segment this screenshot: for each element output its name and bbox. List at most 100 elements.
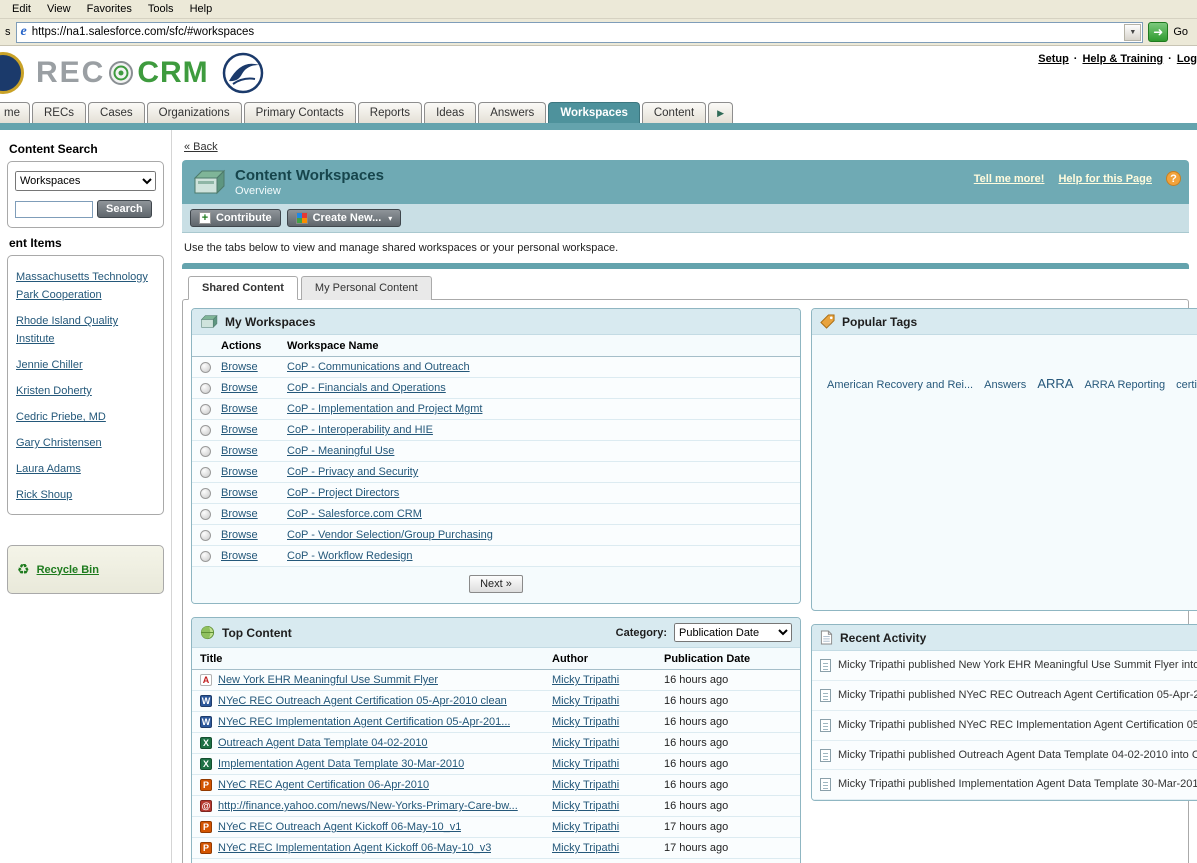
subscribe-icon[interactable] (200, 551, 211, 562)
menu-view[interactable]: View (39, 1, 79, 17)
content-title-link[interactable]: NYeC REC Agent Certification 06-Apr-2010 (218, 779, 429, 791)
next-button[interactable]: Next » (469, 575, 523, 593)
workspace-link-cop-workflow-redesign[interactable]: CoP - Workflow Redesign (287, 550, 413, 562)
url-box[interactable]: e ▼ (16, 22, 1144, 43)
subscribe-icon[interactable] (200, 488, 211, 499)
recent-item-link-rhode-island-quality-institute[interactable]: Rhode Island Quality Institute (16, 315, 118, 345)
browse-link[interactable]: Browse (221, 550, 287, 562)
subscribe-icon[interactable] (200, 509, 211, 520)
tab-ideas[interactable]: Ideas (424, 102, 476, 123)
content-title-link[interactable]: NYeC REC Outreach Agent Certification 05… (218, 695, 507, 707)
browse-link[interactable]: Browse (221, 424, 287, 436)
browse-link[interactable]: Browse (221, 403, 287, 415)
author-link[interactable]: Micky Tripathi (552, 779, 664, 791)
menu-help[interactable]: Help (182, 1, 221, 17)
author-link[interactable]: Micky Tripathi (552, 842, 664, 854)
logout-link[interactable]: Log (1177, 53, 1197, 65)
tab-reports[interactable]: Reports (358, 102, 422, 123)
go-button[interactable]: Go (1173, 26, 1192, 38)
browse-link[interactable]: Browse (221, 508, 287, 520)
browse-link[interactable]: Browse (221, 487, 287, 499)
subscribe-icon[interactable] (200, 446, 211, 457)
author-link[interactable]: Micky Tripathi (552, 758, 664, 770)
browse-link[interactable]: Browse (221, 466, 287, 478)
workspace-link-cop-interoperability-and-hie[interactable]: CoP - Interoperability and HIE (287, 424, 433, 436)
tab-primary-contacts[interactable]: Primary Contacts (244, 102, 356, 123)
content-title-link[interactable]: NYeC REC Outreach Agent Kickoff 06-May-1… (218, 821, 461, 833)
tab-content[interactable]: Content (642, 102, 706, 123)
browse-link[interactable]: Browse (221, 361, 287, 373)
recent-item-link-cedric-priebe-md[interactable]: Cedric Priebe, MD (16, 411, 106, 423)
tag-answers[interactable]: Answers (984, 379, 1026, 391)
author-link[interactable]: Micky Tripathi (552, 800, 664, 812)
browse-link[interactable]: Browse (221, 382, 287, 394)
content-title-link[interactable]: NYeC REC Implementation Agent Kickoff 06… (218, 842, 491, 854)
workspace-link-cop-salesforce-com-crm[interactable]: CoP - Salesforce.com CRM (287, 508, 422, 520)
browse-link[interactable]: Browse (221, 445, 287, 457)
workspace-link-cop-vendor-selection-group-purchasing[interactable]: CoP - Vendor Selection/Group Purchasing (287, 529, 493, 541)
tag-american-recovery-and-rei[interactable]: American Recovery and Rei... (827, 379, 973, 391)
subscribe-icon[interactable] (200, 404, 211, 415)
subscribe-icon[interactable] (200, 530, 211, 541)
recent-item-link-jennie-chiller[interactable]: Jennie Chiller (16, 359, 83, 371)
browse-link[interactable]: Browse (221, 529, 287, 541)
subscribe-icon[interactable] (200, 383, 211, 394)
workspace-link-cop-implementation-and-project-mgmt[interactable]: CoP - Implementation and Project Mgmt (287, 403, 482, 415)
subscribe-icon[interactable] (200, 362, 211, 373)
back-link[interactable]: « Back (184, 141, 218, 153)
go-icon[interactable]: ➜ (1148, 22, 1168, 42)
content-title-link[interactable]: Outreach Agent Data Template 04-02-2010 (218, 737, 428, 749)
menu-tools[interactable]: Tools (140, 1, 182, 17)
tag-certification[interactable]: certification (1176, 379, 1197, 391)
contribute-button[interactable]: + Contribute (190, 209, 281, 227)
tab-organizations[interactable]: Organizations (147, 102, 242, 123)
recent-item-link-gary-christensen[interactable]: Gary Christensen (16, 437, 102, 449)
tab-home-partial[interactable]: me (0, 102, 30, 123)
create-new-button[interactable]: Create New... ▾ (287, 209, 402, 227)
author-link[interactable]: Micky Tripathi (552, 716, 664, 728)
content-title-link[interactable]: http://finance.yahoo.com/news/New-Yorks-… (218, 800, 518, 812)
author-link[interactable]: Micky Tripathi (552, 821, 664, 833)
tab-my-personal-content[interactable]: My Personal Content (301, 276, 432, 300)
recent-item-link-rick-shoup[interactable]: Rick Shoup (16, 489, 72, 501)
workspace-link-cop-project-directors[interactable]: CoP - Project Directors (287, 487, 399, 499)
menu-edit[interactable]: Edit (4, 1, 39, 17)
tab-workspaces[interactable]: Workspaces (548, 102, 640, 123)
workspace-link-cop-communications-and-outreach[interactable]: CoP - Communications and Outreach (287, 361, 470, 373)
author-link[interactable]: Micky Tripathi (552, 737, 664, 749)
sidebar-search-button[interactable]: Search (97, 200, 152, 218)
tag-arra-reporting[interactable]: ARRA Reporting (1084, 379, 1165, 391)
setup-link[interactable]: Setup (1038, 53, 1069, 65)
workspace-row: BrowseCoP - Financials and Operations (192, 378, 800, 399)
workspace-link-cop-financials-and-operations[interactable]: CoP - Financials and Operations (287, 382, 446, 394)
search-scope-select[interactable]: Workspaces (15, 171, 156, 191)
tab-answers[interactable]: Answers (478, 102, 546, 123)
sidebar-search-input[interactable] (15, 201, 93, 218)
help-for-page-link[interactable]: Help for this Page (1058, 173, 1152, 185)
subscribe-icon[interactable] (200, 467, 211, 478)
subscribe-icon[interactable] (200, 425, 211, 436)
recent-item-link-laura-adams[interactable]: Laura Adams (16, 463, 81, 475)
tab-shared-content[interactable]: Shared Content (188, 276, 298, 300)
content-title-link[interactable]: New York EHR Meaningful Use Summit Flyer (218, 674, 438, 686)
tag-arra[interactable]: ARRA (1037, 376, 1073, 391)
author-link[interactable]: Micky Tripathi (552, 674, 664, 686)
content-title-link[interactable]: NYeC REC Implementation Agent Certificat… (218, 716, 510, 728)
recycle-bin-link[interactable]: Recycle Bin (37, 564, 99, 576)
help-icon[interactable]: ? (1166, 171, 1181, 186)
help-training-link[interactable]: Help & Training (1082, 53, 1163, 65)
author-link[interactable]: Micky Tripathi (552, 695, 664, 707)
menu-favorites[interactable]: Favorites (79, 1, 140, 17)
recent-item-link-kristen-doherty[interactable]: Kristen Doherty (16, 385, 92, 397)
url-dropdown-button[interactable]: ▼ (1124, 24, 1141, 41)
category-select[interactable]: Publication Date (674, 623, 792, 642)
tab-cases[interactable]: Cases (88, 102, 145, 123)
workspace-link-cop-meaningful-use[interactable]: CoP - Meaningful Use (287, 445, 394, 457)
workspace-link-cop-privacy-and-security[interactable]: CoP - Privacy and Security (287, 466, 418, 478)
tell-me-more-link[interactable]: Tell me more! (974, 173, 1045, 185)
tab-recs[interactable]: RECs (32, 102, 86, 123)
more-tabs-arrow[interactable]: ▶ (708, 102, 733, 123)
recent-item-link-massachusetts-technology-park-cooperation[interactable]: Massachusetts Technology Park Cooperatio… (16, 271, 148, 301)
content-title-link[interactable]: Implementation Agent Data Template 30-Ma… (218, 758, 464, 770)
url-input[interactable] (32, 24, 1125, 41)
